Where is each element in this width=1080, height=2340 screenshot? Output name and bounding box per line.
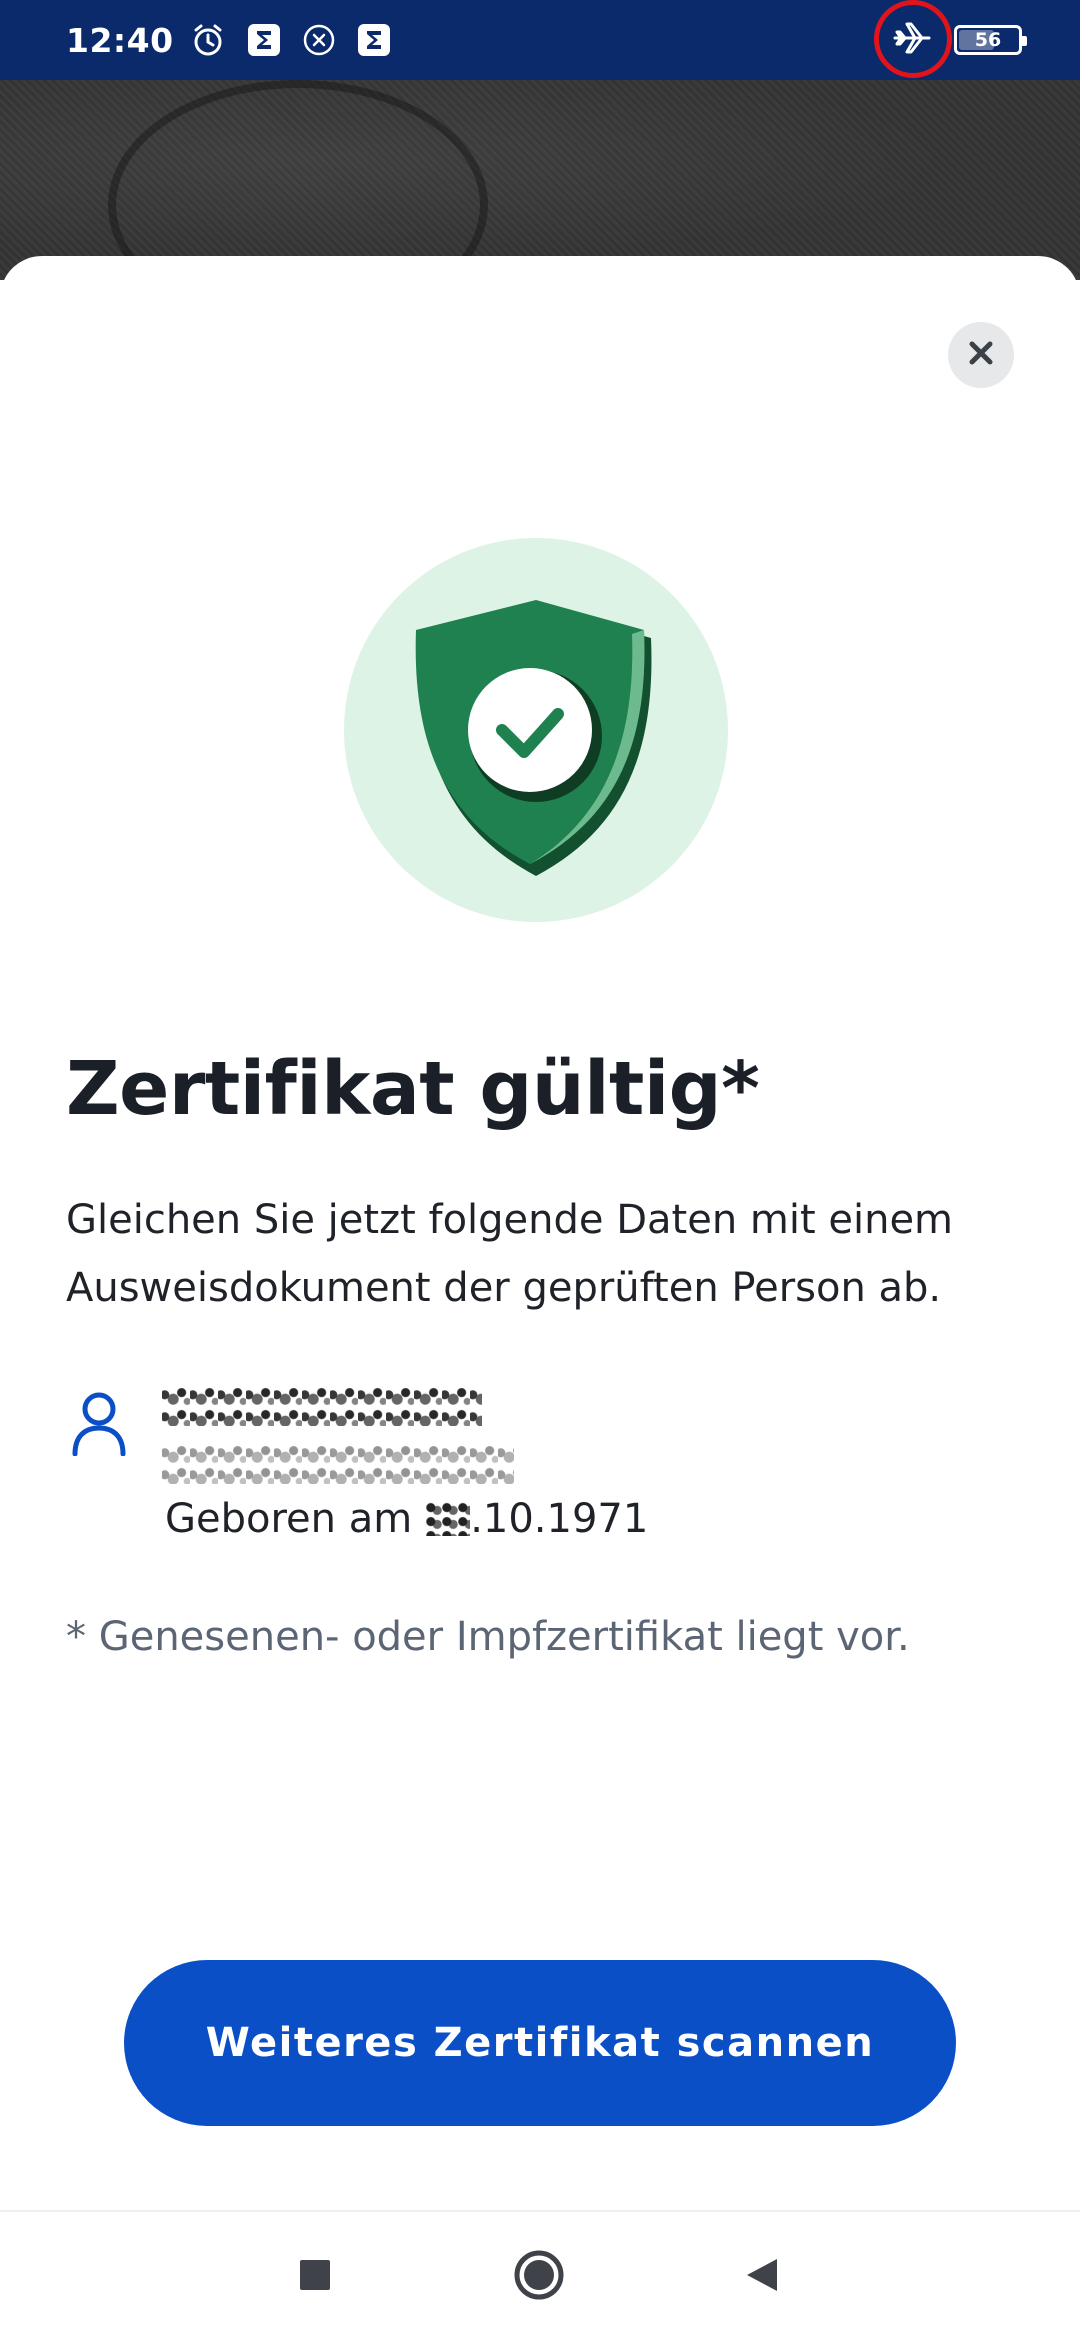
system-navigation-bar: [0, 2210, 1080, 2340]
person-icon: [72, 1392, 126, 1456]
airplane-mode-indicator: [874, 0, 952, 78]
certificate-footnote: * Genesenen- oder Impfzertifikat liegt v…: [66, 1614, 910, 1660]
x-notification-icon: [302, 23, 336, 57]
close-icon: [966, 338, 996, 372]
back-button[interactable]: [706, 2212, 816, 2340]
birth-date: Geboren am .10.1971: [165, 1496, 648, 1542]
recent-apps-button[interactable]: [260, 2212, 370, 2340]
scan-another-certificate-button[interactable]: Weiteres Zertifikat scannen: [124, 1960, 956, 2126]
redacted-name-line-1: [162, 1386, 482, 1426]
triangle-back-icon: [741, 2255, 781, 2299]
highlight-circle: [874, 0, 952, 78]
sigma-app-icon: [356, 22, 392, 58]
result-sheet: Zertifikat gültig* Gleichen Sie jetzt fo…: [0, 256, 1080, 2210]
birth-date-value: .10.1971: [470, 1496, 649, 1542]
result-title: Zertifikat gültig*: [66, 1046, 760, 1132]
status-time: 12:40: [66, 20, 174, 60]
square-icon: [298, 2258, 332, 2296]
circle-icon: [513, 2249, 565, 2305]
birth-label: Geboren am: [165, 1496, 413, 1542]
background-image: [0, 80, 1080, 330]
screen: 12:40 56 Zertifikat gültig* Gleichen Sie…: [0, 0, 1080, 2340]
battery-level: 56: [974, 29, 1002, 51]
alarm-icon: [190, 22, 226, 58]
status-icons-left: [190, 22, 392, 58]
result-description: Gleichen Sie jetzt folgende Daten mit ei…: [66, 1197, 954, 1311]
sigma-app-icon: [246, 22, 282, 58]
shield-check-icon: [415, 600, 652, 876]
status-bar: 12:40 56: [0, 0, 1080, 80]
battery-icon: 56: [954, 25, 1027, 55]
status-icons-right: 56: [874, 0, 1027, 80]
redacted-name-line-2: [162, 1444, 514, 1484]
close-button[interactable]: [948, 322, 1014, 388]
redacted-birth-day: [426, 1502, 471, 1536]
home-button[interactable]: [484, 2212, 594, 2340]
